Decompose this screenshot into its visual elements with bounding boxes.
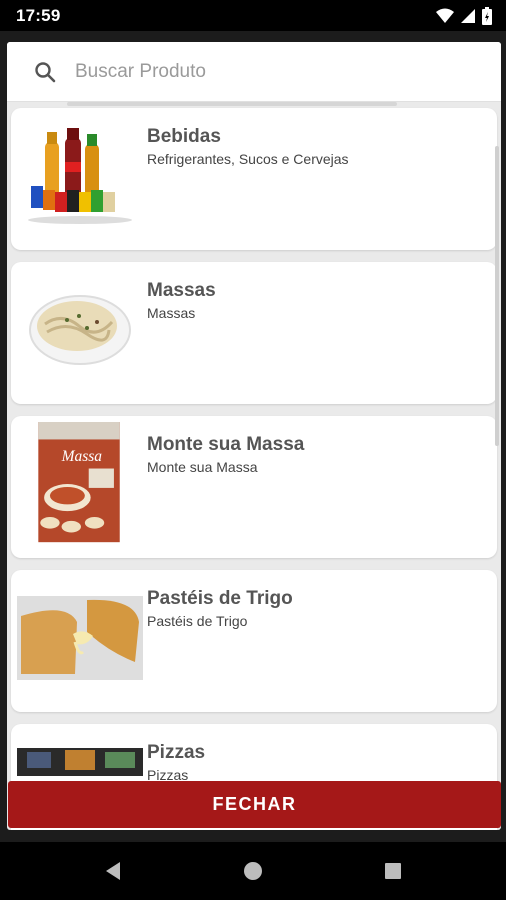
- recents-icon[interactable]: [382, 860, 404, 882]
- category-title: Pastéis de Trigo: [147, 588, 293, 609]
- category-card-pasteis-de-trigo[interactable]: Pastéis de Trigo Pastéis de Trigo: [11, 570, 497, 712]
- category-subtitle: Monte sua Massa: [147, 459, 258, 475]
- signal-icon: [461, 9, 475, 23]
- category-card-monte-sua-massa[interactable]: Massa Monte sua Massa Monte sua Massa: [11, 416, 497, 558]
- category-card-bebidas[interactable]: Bebidas Refrigerantes, Sucos e Cervejas: [11, 108, 497, 250]
- category-title: Bebidas: [147, 126, 221, 147]
- battery-icon: [482, 7, 492, 25]
- search-input[interactable]: [75, 56, 475, 88]
- pasta-dish-image: [29, 295, 131, 365]
- back-icon[interactable]: [102, 860, 124, 882]
- status-bar: 17:59: [0, 0, 506, 31]
- category-list[interactable]: Bebidas Refrigerantes, Sucos e Cervejas …: [7, 102, 501, 830]
- category-subtitle: Pastéis de Trigo: [147, 613, 248, 629]
- navigation-bar: [0, 842, 506, 900]
- category-subtitle: Massas: [147, 305, 196, 321]
- category-card-massas[interactable]: Massas Massas: [11, 262, 497, 404]
- poster-text: Massa: [61, 448, 103, 465]
- home-icon[interactable]: [242, 860, 264, 882]
- category-title: Massas: [147, 280, 216, 301]
- product-search-dialog: Bebidas Refrigerantes, Sucos e Cervejas …: [7, 42, 501, 830]
- beverages-image: [28, 128, 132, 224]
- status-icons: [436, 7, 492, 25]
- category-title: Monte sua Massa: [147, 434, 305, 455]
- search-bar: [7, 42, 501, 102]
- build-pasta-poster-image: Massa: [38, 422, 120, 543]
- category-subtitle: Refrigerantes, Sucos e Cervejas: [147, 151, 349, 167]
- list-scrollbar[interactable]: [495, 146, 499, 446]
- category-title: Pizzas: [147, 742, 206, 763]
- wifi-icon: [436, 8, 454, 23]
- search-icon: [35, 62, 56, 83]
- status-time: 17:59: [16, 6, 61, 25]
- pastel-image: [17, 596, 143, 680]
- close-button[interactable]: FECHAR: [8, 781, 501, 828]
